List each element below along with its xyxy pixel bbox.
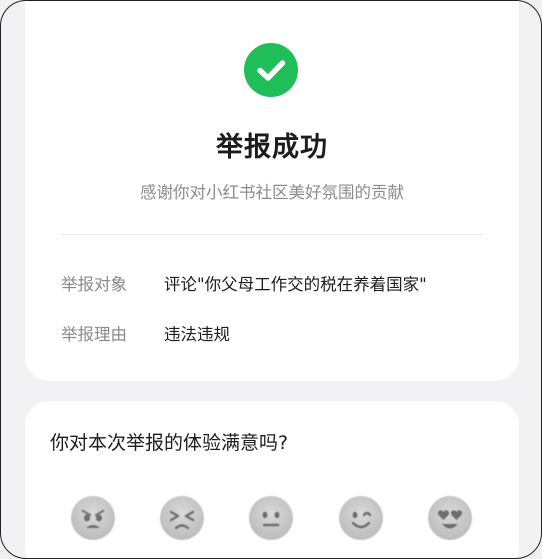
thanks-subtitle: 感谢你对小红书社区美好氛围的贡献 bbox=[140, 183, 404, 202]
success-check-icon bbox=[244, 43, 298, 97]
page-title: 举报成功 bbox=[216, 132, 328, 163]
very-satisfied-face-icon[interactable] bbox=[428, 496, 472, 540]
survey-question: 你对本次举报的体验满意吗? bbox=[50, 432, 289, 454]
very-dissatisfied-face-icon[interactable] bbox=[71, 496, 115, 540]
divider bbox=[61, 234, 483, 235]
report-target-label: 举报对象 bbox=[61, 275, 127, 294]
report-reason-value: 违法违规 bbox=[164, 325, 230, 344]
dissatisfied-face-icon[interactable] bbox=[160, 496, 204, 540]
report-target-value: 评论"你父母工作交的税在养着国家" bbox=[164, 275, 427, 294]
satisfied-face-icon[interactable] bbox=[339, 496, 383, 540]
screen: 举报成功 感谢你对小红书社区美好氛围的贡献 举报对象 评论"你父母工作交的税在养… bbox=[0, 0, 542, 559]
neutral-face-icon[interactable] bbox=[249, 496, 293, 540]
report-reason-label: 举报理由 bbox=[61, 325, 127, 344]
